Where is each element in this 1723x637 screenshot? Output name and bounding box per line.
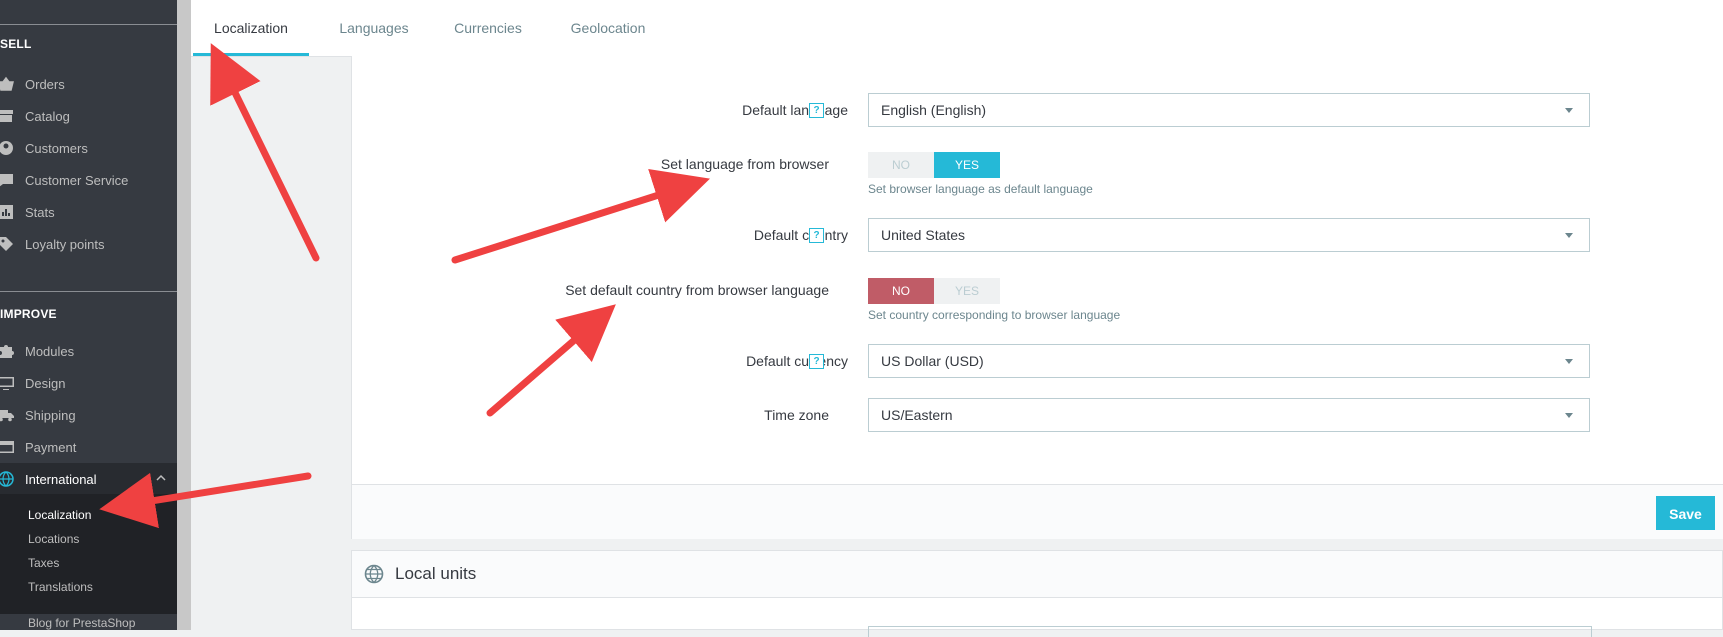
select-value: US Dollar (USD) <box>881 353 984 369</box>
sidebar-item-international[interactable]: International <box>0 463 177 495</box>
switch-option-yes[interactable]: YES <box>934 278 1000 304</box>
sidebar-item-loyalty-points[interactable]: Loyalty points <box>0 228 177 260</box>
set-country-from-browser-switch[interactable]: NO YES <box>868 278 1000 304</box>
sidebar-item-label: Blog for PrestaShop <box>28 616 136 630</box>
sidebar-divider <box>0 291 177 292</box>
sidebar-item-modules[interactable]: Modules <box>0 335 177 367</box>
set-country-from-browser-label: Set default country from browser languag… <box>565 282 829 298</box>
help-icon[interactable]: ? <box>809 103 824 118</box>
tab-bar: Localization Languages Currencies Geoloc… <box>191 0 1723 57</box>
help-icon[interactable]: ? <box>809 354 824 369</box>
section-label-improve: IMPROVE <box>0 307 57 321</box>
monitor-icon <box>0 375 14 391</box>
globe-icon <box>0 471 14 487</box>
sidebar-item-catalog[interactable]: Catalog <box>0 100 177 132</box>
default-language-select[interactable]: English (English) <box>868 93 1590 127</box>
sidebar-item-label: Design <box>25 375 66 391</box>
set-language-hint: Set browser language as default language <box>868 182 1093 196</box>
caret-down-icon <box>1565 413 1573 418</box>
sidebar: SELL Orders Catalog Customers Customer S… <box>0 0 177 630</box>
default-language-label: Default language <box>742 102 848 118</box>
international-submenu: Localization Locations Taxes Translation… <box>0 494 177 614</box>
sidebar-item-label: Customers <box>25 140 88 156</box>
sidebar-scrollbar[interactable] <box>177 0 191 630</box>
select-value: English (English) <box>881 102 987 118</box>
sidebar-item-payment[interactable]: Payment <box>0 431 177 463</box>
default-currency-label: Default currency <box>746 353 848 369</box>
sidebar-item-label: Catalog <box>25 108 70 124</box>
set-country-hint: Set country corresponding to browser lan… <box>868 308 1121 322</box>
submenu-item-locations[interactable]: Locations <box>28 532 79 546</box>
sidebar-item-label: Loyalty points <box>25 236 105 252</box>
sidebar-top <box>0 0 177 25</box>
chat-icon <box>0 172 14 188</box>
sidebar-item-label: International <box>25 471 97 487</box>
tag-icon <box>0 236 14 252</box>
user-icon <box>0 140 14 156</box>
default-country-label: Default country <box>753 227 848 243</box>
default-currency-select[interactable]: US Dollar (USD) <box>868 344 1590 378</box>
sidebar-item-blog[interactable]: Blog for PrestaShop <box>0 614 177 630</box>
help-icon[interactable]: ? <box>809 228 824 243</box>
sidebar-item-label: Stats <box>25 204 55 220</box>
tab-currencies[interactable]: Currencies <box>430 0 546 56</box>
set-language-from-browser-switch[interactable]: NO YES <box>868 152 1000 178</box>
sidebar-item-label: Orders <box>25 76 65 92</box>
submenu-item-translations[interactable]: Translations <box>28 580 93 594</box>
local-units-header: Local units <box>352 551 1722 598</box>
save-button[interactable]: Save <box>1656 496 1715 530</box>
sidebar-item-label: Shipping <box>25 407 76 423</box>
store-icon <box>0 108 14 124</box>
globe-icon <box>364 564 384 584</box>
tab-localization[interactable]: Localization <box>193 0 309 56</box>
select-value: United States <box>881 227 966 243</box>
time-zone-select[interactable]: US/Eastern <box>868 398 1590 432</box>
sidebar-item-design[interactable]: Design <box>0 367 177 399</box>
sidebar-item-stats[interactable]: Stats <box>0 196 177 228</box>
sidebar-item-label: Payment <box>25 439 77 455</box>
switch-option-yes[interactable]: YES <box>934 152 1000 178</box>
switch-option-no[interactable]: NO <box>868 152 934 178</box>
submenu-item-localization[interactable]: Localization <box>28 508 91 522</box>
truck-icon <box>0 407 14 423</box>
configuration-card: Default language ? English (English) Set… <box>351 56 1723 539</box>
section-label-sell: SELL <box>0 37 32 51</box>
sidebar-item-customer-service[interactable]: Customer Service <box>0 164 177 196</box>
local-units-title: Local units <box>395 564 477 583</box>
switch-option-no[interactable]: NO <box>868 278 934 304</box>
sidebar-item-shipping[interactable]: Shipping <box>0 399 177 431</box>
puzzle-icon <box>0 343 14 359</box>
sidebar-item-label: Modules <box>25 343 75 359</box>
caret-down-icon <box>1565 359 1573 364</box>
chevron-up-icon[interactable] <box>155 472 167 484</box>
sidebar-item-customers[interactable]: Customers <box>0 132 177 164</box>
time-zone-label: Time zone <box>764 407 829 423</box>
tab-geolocation[interactable]: Geolocation <box>546 0 670 56</box>
caret-down-icon <box>1565 233 1573 238</box>
select-value: US/Eastern <box>881 407 953 423</box>
bar-chart-icon <box>0 204 14 220</box>
sidebar-item-label: Customer Service <box>25 172 129 188</box>
tab-languages[interactable]: Languages <box>318 0 430 56</box>
set-language-from-browser-label: Set language from browser <box>660 156 829 172</box>
caret-down-icon <box>1565 108 1573 113</box>
default-country-select[interactable]: United States <box>868 218 1590 252</box>
sidebar-item-orders[interactable]: Orders <box>0 68 177 100</box>
local-units-field[interactable] <box>868 626 1592 637</box>
arrow-to-localization-tab <box>210 43 320 262</box>
submenu-item-taxes[interactable]: Taxes <box>28 556 59 570</box>
credit-card-icon <box>0 439 14 455</box>
local-units-card: Local units <box>351 550 1723 637</box>
basket-icon <box>0 76 14 92</box>
card-footer: Save <box>352 484 1723 539</box>
